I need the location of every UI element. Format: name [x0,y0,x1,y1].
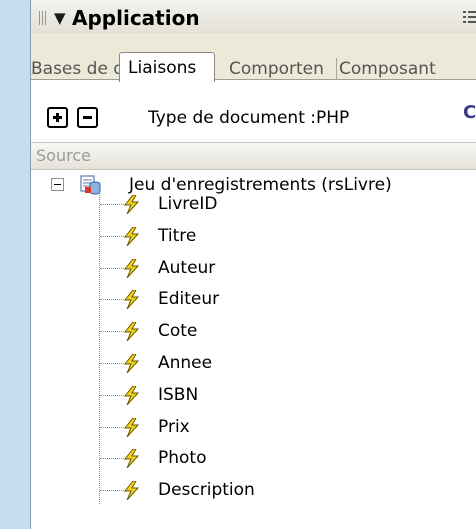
lightning-bolt-icon [123,481,140,501]
lightning-bolt-icon [123,290,140,310]
field-label: Auteur [158,257,216,278]
lightning-bolt-icon [123,417,140,437]
field-item[interactable]: LivreID [31,188,476,220]
panel-title: Application [72,6,200,30]
tab-composants[interactable]: Composant [339,56,476,82]
remove-binding-button[interactable] [77,107,98,128]
refresh-icon[interactable]: C [463,102,476,123]
lightning-bolt-icon [123,195,140,214]
panel-titlebar[interactable]: ▼ Application [31,0,476,34]
field-item[interactable]: ISBN [31,379,476,411]
field-label: Description [158,480,255,501]
field-label: Cote [158,321,198,342]
field-label: Annee [158,353,213,373]
field-item[interactable]: Prix [31,411,476,443]
field-item[interactable]: Auteur [31,252,476,284]
field-label: Editeur [158,289,220,310]
field-item[interactable]: Editeur [31,283,476,315]
field-label: Titre [158,225,197,246]
lightning-bolt-icon [123,226,140,246]
add-binding-button[interactable] [47,107,68,128]
grip-icon[interactable] [39,11,47,25]
lightning-bolt-icon [123,449,140,469]
field-item[interactable]: Cote [31,315,476,347]
field-item[interactable]: Annee [31,347,476,379]
source-column-header[interactable]: Source [31,142,476,170]
application-panel: ▼ Application Bases de do Liaisons Compo… [30,0,476,529]
panel-options-icon[interactable] [463,10,476,24]
tab-separator [336,58,337,80]
field-label: Photo [158,448,207,469]
lightning-bolt-icon [123,258,140,278]
field-item[interactable]: Description [31,474,476,506]
tab-liaisons[interactable]: Liaisons [119,52,215,82]
document-type-label: Type de document :PHP [148,108,350,128]
field-item[interactable]: Photo [31,442,476,474]
field-label: ISBN [158,384,199,405]
field-label: Prix [158,416,190,437]
lightning-bolt-icon [123,385,140,405]
tab-comportements[interactable]: Comporten [229,56,335,82]
field-item[interactable]: Titre [31,220,476,252]
collapse-triangle-icon[interactable]: ▼ [54,10,66,26]
field-label: LivreID [158,194,218,214]
lightning-bolt-icon [123,322,140,342]
lightning-bolt-icon [123,354,140,373]
tab-bases-de-donnees[interactable]: Bases de do [31,56,119,82]
